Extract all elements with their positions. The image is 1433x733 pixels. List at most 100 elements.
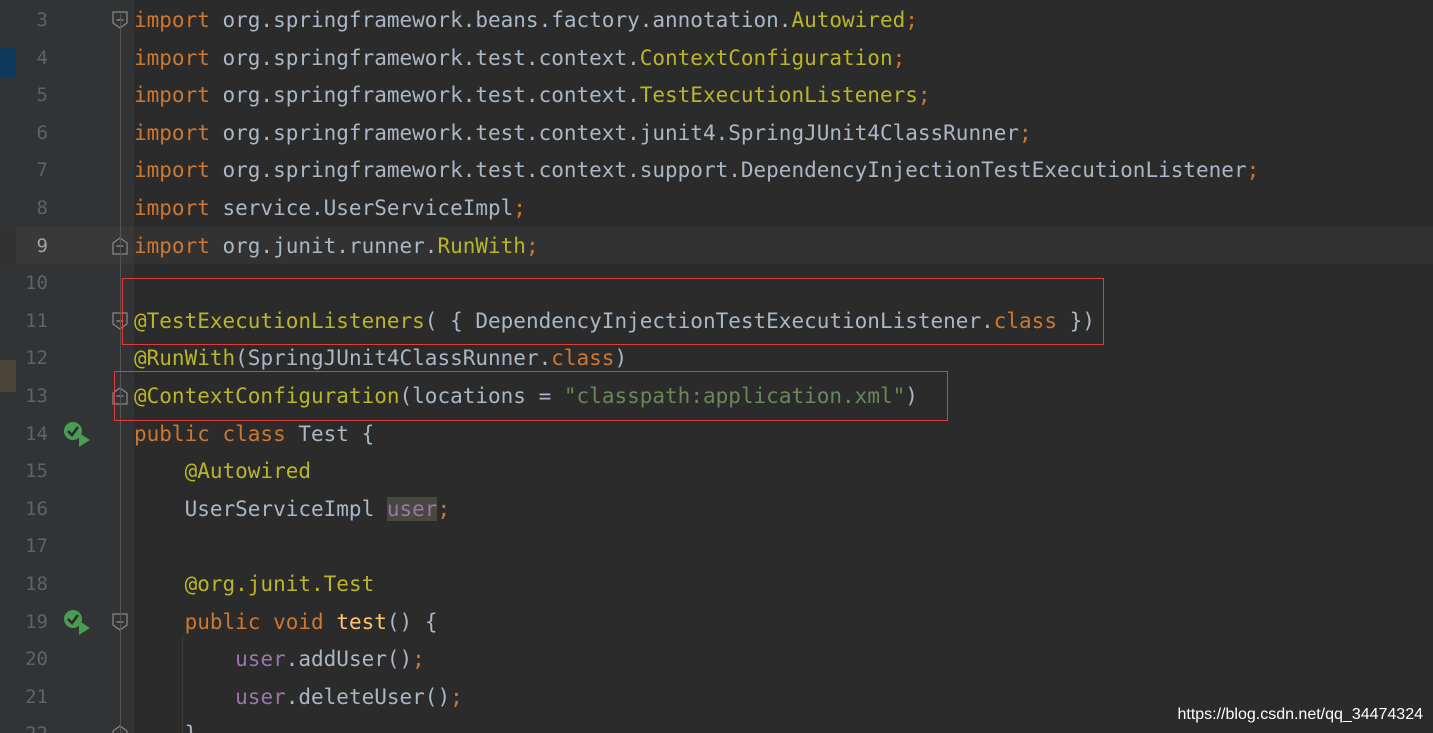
code-line[interactable]: 18 @org.junit.Test — [0, 565, 1433, 603]
code-text[interactable]: import org.springframework.test.context.… — [134, 81, 931, 109]
code-token: ; — [917, 83, 931, 108]
code-text[interactable]: import service.UserServiceImpl; — [134, 194, 526, 222]
code-token: ; — [525, 233, 539, 258]
code-token: ; — [412, 647, 425, 672]
code-line[interactable]: 19 public void test() { — [0, 603, 1433, 641]
code-editor[interactable]: 3 import org.springframework.beans.factor… — [0, 0, 1433, 733]
code-token: @RunWith — [134, 346, 236, 371]
run-test-icon[interactable] — [62, 420, 92, 448]
code-token: ContextConfiguration — [639, 45, 893, 70]
code-token: test — [336, 609, 387, 634]
code-text[interactable]: @Autowired — [134, 457, 311, 485]
line-number: 14 — [25, 422, 48, 445]
line-number: 6 — [36, 121, 48, 144]
code-token: TestExecutionListeners — [639, 83, 918, 108]
code-token: Autowired — [791, 8, 906, 32]
line-number: 17 — [25, 535, 48, 558]
watermark: https://blog.csdn.net/qq_34474324 — [1177, 706, 1423, 723]
line-number: 11 — [25, 309, 48, 332]
code-token: ; — [1019, 120, 1032, 145]
code-token: public class — [134, 421, 286, 446]
code-text[interactable]: public class Test { — [134, 420, 374, 448]
code-text[interactable]: @RunWith(SpringJUnit4ClassRunner.class) — [134, 344, 627, 372]
line-number: 10 — [25, 272, 48, 295]
code-token: org.springframework.test.context.support… — [209, 158, 1247, 183]
code-token: () { — [386, 609, 438, 634]
line-number: 22 — [16, 722, 48, 733]
code-token: Test { — [285, 421, 375, 446]
code-token: org.springframework.beans.factory.annota… — [209, 8, 792, 32]
run-test-icon[interactable] — [62, 608, 92, 636]
line-number: 3 — [36, 9, 48, 31]
code-token: import — [134, 120, 210, 145]
code-token: .deleteUser() — [285, 684, 451, 709]
code-token: ; — [437, 496, 451, 521]
code-line[interactable]: 5 import org.springframework.test.context… — [0, 76, 1433, 114]
code-token: .addUser() — [285, 647, 413, 672]
code-text[interactable]: } — [134, 720, 198, 733]
code-token: user — [386, 496, 438, 521]
code-token: ; — [513, 196, 526, 220]
code-line[interactable]: 4 import org.springframework.test.context… — [0, 39, 1433, 77]
code-token: ; — [1246, 158, 1260, 183]
code-token: (SpringJUnit4ClassRunner. — [235, 346, 552, 371]
code-text[interactable]: user.deleteUser(); — [134, 683, 463, 711]
code-text[interactable]: import org.springframework.beans.factory… — [134, 6, 918, 34]
line-number: 13 — [25, 385, 48, 407]
line-number: 20 — [25, 648, 48, 671]
code-token: user — [235, 647, 286, 672]
line-number: 9 — [36, 234, 48, 257]
code-token: ; — [450, 684, 463, 709]
code-token: org.springframework.test.context. — [209, 83, 640, 108]
code-token: org.springframework.test.context.junit4.… — [209, 120, 1020, 145]
line-number: 18 — [25, 573, 48, 595]
code-token: @Autowired — [184, 459, 312, 484]
code-token: RunWith — [437, 233, 526, 258]
code-token: import — [134, 83, 210, 108]
code-token: class — [551, 346, 615, 371]
line-number: 15 — [25, 460, 48, 483]
code-text[interactable]: import org.junit.runner.RunWith; — [134, 232, 539, 260]
code-line[interactable]: 8 import service.UserServiceImpl; — [0, 189, 1433, 227]
code-line[interactable]: 16 UserServiceImpl user; — [0, 490, 1433, 528]
code-token: ; — [892, 45, 906, 70]
code-token: } — [134, 722, 198, 733]
code-token: import — [134, 233, 210, 258]
code-token: @org.junit. — [184, 572, 324, 596]
code-line[interactable]: 3 import org.springframework.beans.factor… — [0, 1, 1433, 39]
code-text[interactable]: UserServiceImpl user; — [134, 495, 450, 523]
code-token: import — [134, 45, 210, 70]
code-line[interactable]: 6 import org.springframework.test.context… — [0, 114, 1433, 152]
code-token: user — [235, 684, 286, 709]
line-number: 5 — [36, 84, 48, 107]
code-token: Test — [323, 572, 375, 596]
code-line[interactable]: 15 @Autowired — [0, 452, 1433, 490]
code-token: ) — [614, 346, 628, 371]
code-line[interactable]: 20 user.addUser(); — [0, 640, 1433, 678]
code-token: org.junit.runner. — [209, 233, 438, 258]
code-text[interactable]: import org.springframework.test.context.… — [134, 156, 1259, 184]
code-token: UserServiceImpl — [134, 496, 387, 521]
code-text[interactable]: @org.junit.Test — [134, 570, 375, 598]
highlight-box-context-configuration — [114, 371, 948, 421]
line-number: 8 — [36, 197, 48, 219]
code-text[interactable]: import org.springframework.test.context.… — [134, 119, 1032, 147]
code-line[interactable]: 17 — [0, 527, 1433, 565]
code-text[interactable]: import org.springframework.test.context.… — [134, 44, 905, 72]
code-token: import — [134, 8, 210, 32]
code-text[interactable]: user.addUser(); — [134, 645, 425, 673]
line-number: 16 — [25, 497, 48, 520]
code-token: org.springframework.test.context. — [209, 45, 640, 70]
highlight-box-test-execution-listeners — [122, 278, 1104, 345]
code-text[interactable]: public void test() { — [134, 608, 438, 636]
code-token: import — [134, 196, 210, 220]
line-number: 4 — [36, 46, 48, 69]
code-line[interactable]: 9 import org.junit.runner.RunWith; — [0, 226, 1433, 265]
code-line[interactable]: 7 import org.springframework.test.context… — [0, 151, 1433, 189]
code-token: import — [134, 158, 210, 183]
